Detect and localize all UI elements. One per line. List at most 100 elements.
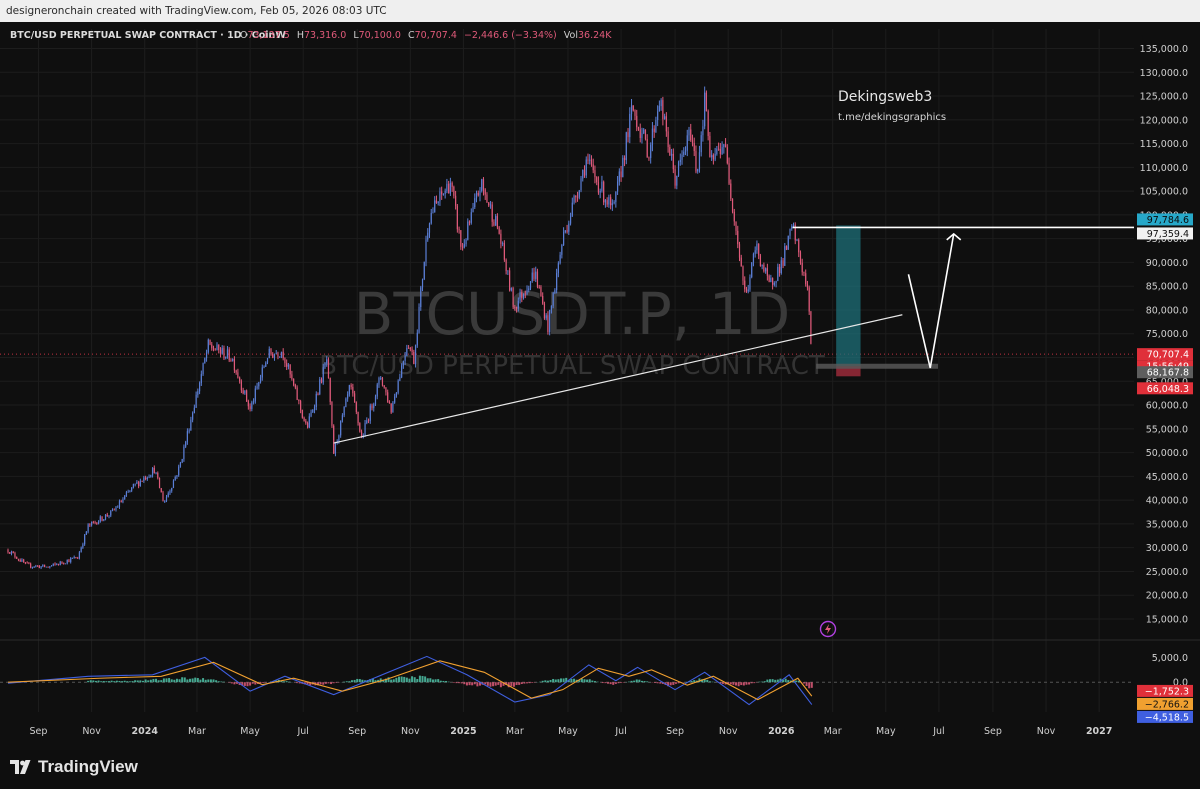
osc-histogram-bar xyxy=(288,681,291,683)
candle-body xyxy=(773,282,775,285)
candle-body xyxy=(566,230,568,232)
candle-body xyxy=(806,284,809,288)
candle-body xyxy=(306,423,309,428)
candle-body xyxy=(592,164,594,171)
osc-tag-c: −4,518.5 xyxy=(1145,712,1189,723)
candle-body xyxy=(540,286,542,296)
candle-body xyxy=(528,288,530,291)
candle-body xyxy=(80,547,82,553)
candle-body xyxy=(397,380,399,393)
candle-body xyxy=(190,419,192,431)
candle-body xyxy=(791,226,793,229)
osc-histogram-bar xyxy=(186,679,189,683)
candle-body xyxy=(249,406,251,409)
open-label: O xyxy=(240,30,247,41)
candle-body xyxy=(557,263,559,274)
candle-body xyxy=(726,147,728,164)
candle-body xyxy=(484,189,486,195)
candle-body xyxy=(138,482,140,486)
candle-body xyxy=(355,402,357,412)
candle-body xyxy=(420,287,422,308)
osc-histogram-bar xyxy=(87,680,90,683)
candle-body xyxy=(268,348,270,358)
candle-body xyxy=(376,384,378,397)
chart-frame[interactable]: BTCUSDT.P, 1D BTC/USD PERPETUAL SWAP CON… xyxy=(0,22,1200,750)
candle-body xyxy=(63,563,65,564)
candle-body xyxy=(472,207,474,213)
candle-body xyxy=(381,377,384,386)
candle-body xyxy=(721,147,723,155)
candle-body xyxy=(293,378,295,386)
osc-histogram-bar xyxy=(437,679,440,683)
osc-histogram-bar xyxy=(729,682,732,685)
osc-histogram-bar xyxy=(108,681,111,683)
candle-body xyxy=(486,194,488,203)
candle-body xyxy=(94,522,96,523)
candle-body xyxy=(167,493,169,497)
osc-histogram-bar xyxy=(207,679,210,683)
osc-histogram-bar xyxy=(552,678,555,683)
osc-histogram-bar xyxy=(463,682,466,685)
symbol-info-legend: BTC/USD PERPETUAL SWAP CONTRACT · 1D · C… xyxy=(10,30,612,41)
candle-body xyxy=(347,394,349,399)
candle-body xyxy=(64,563,67,565)
candle-body xyxy=(402,360,404,366)
candle-body xyxy=(470,212,472,223)
candle-body xyxy=(334,442,337,454)
lightning-icon[interactable] xyxy=(819,620,837,638)
y-tick-label: 40,000.0 xyxy=(1146,496,1188,507)
osc-histogram-bar xyxy=(283,681,286,683)
osc-histogram-bar xyxy=(674,682,677,684)
osc-histogram-bar xyxy=(160,680,163,683)
candle-body xyxy=(660,100,662,107)
osc-histogram-bar xyxy=(139,680,142,683)
osc-histogram-bar xyxy=(353,679,356,683)
osc-histogram-bar xyxy=(403,676,406,683)
candle-body xyxy=(353,393,356,403)
chart-svg[interactable]: BTCUSDT.P, 1D BTC/USD PERPETUAL SWAP CON… xyxy=(0,22,1200,750)
candle-body xyxy=(698,152,701,170)
candle-body xyxy=(432,212,434,214)
candle-body xyxy=(284,358,286,364)
candle-body xyxy=(407,348,410,349)
osc-histogram-bar xyxy=(784,678,787,683)
candle-body xyxy=(810,311,812,344)
osc-histogram-bar xyxy=(771,679,774,683)
candle-body xyxy=(641,133,643,139)
footer: TradingView xyxy=(0,750,1200,789)
candle-body xyxy=(261,367,263,378)
osc-histogram-bar xyxy=(113,681,116,683)
candle-body xyxy=(160,488,162,493)
candle-body xyxy=(695,151,697,172)
candle-body xyxy=(324,363,326,368)
osc-histogram-bar xyxy=(512,682,515,687)
osc-histogram-bar xyxy=(199,679,202,683)
candle-body xyxy=(503,243,505,260)
candle-body xyxy=(441,191,443,195)
candle-body xyxy=(85,531,87,535)
candle-body xyxy=(719,148,721,155)
osc-histogram-bar xyxy=(620,682,623,683)
candle-body xyxy=(296,387,298,400)
candle-body xyxy=(158,477,161,489)
candle-body xyxy=(139,480,141,486)
osc-histogram-bar xyxy=(656,682,659,684)
osc-histogram-bar xyxy=(452,682,455,683)
candle-body xyxy=(357,411,359,424)
y-tick-label: 135,000.0 xyxy=(1140,44,1188,55)
candle-body xyxy=(601,181,603,191)
osc-histogram-bar xyxy=(358,679,361,683)
candle-body xyxy=(428,223,431,233)
vol-value: 36.24K xyxy=(578,30,612,41)
candle-body xyxy=(61,561,63,564)
y-tick-label: 60,000.0 xyxy=(1146,401,1188,412)
candle-body xyxy=(374,396,377,405)
candle-body xyxy=(390,403,392,413)
osc-histogram-bar xyxy=(175,678,178,683)
candle-body xyxy=(380,377,382,379)
osc-histogram-bar xyxy=(761,681,764,683)
osc-histogram-bar xyxy=(460,682,463,684)
candle-body xyxy=(700,135,702,153)
candle-body xyxy=(489,204,492,206)
tradingview-brand[interactable]: TradingView xyxy=(10,757,138,777)
